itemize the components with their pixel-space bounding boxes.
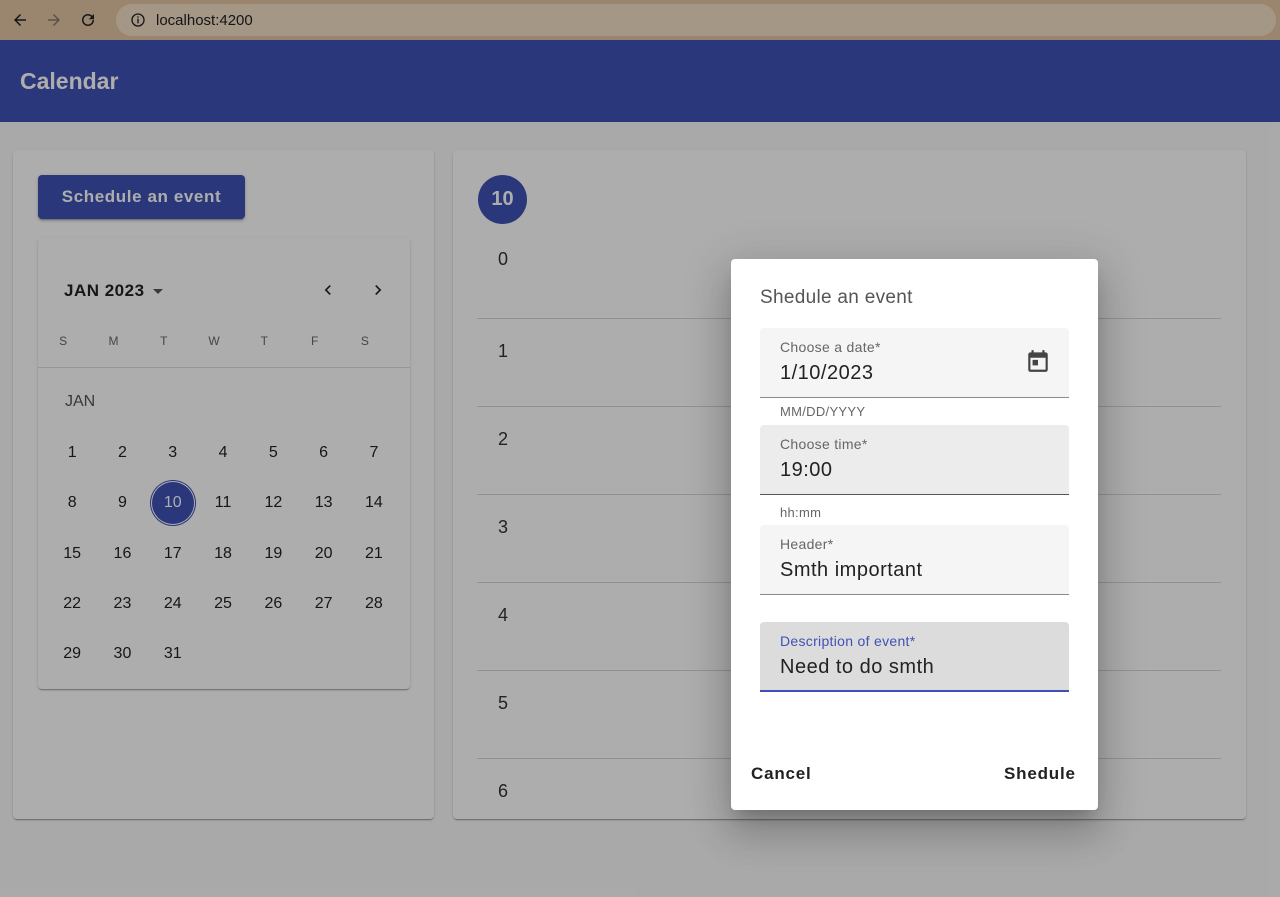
time-field[interactable]: Choose time* 19:00 [760, 425, 1069, 495]
schedule-event-dialog: Shedule an event Choose a date* 1/10/202… [731, 259, 1098, 810]
header-input[interactable]: Smth important [780, 559, 1020, 582]
description-field-label: Description of event* [780, 633, 916, 649]
time-field-label: Choose time* [780, 436, 868, 452]
header-field[interactable]: Header* Smth important [760, 525, 1069, 595]
shedule-button[interactable]: Shedule [1004, 764, 1076, 784]
date-input[interactable]: 1/10/2023 [780, 362, 1020, 385]
date-hint: MM/DD/YYYY [780, 404, 866, 419]
cancel-button[interactable]: Cancel [751, 764, 812, 784]
date-field-label: Choose a date* [780, 339, 881, 355]
date-field[interactable]: Choose a date* 1/10/2023 [760, 328, 1069, 398]
description-input[interactable]: Need to do smth [780, 656, 1020, 679]
header-field-label: Header* [780, 536, 834, 552]
time-input[interactable]: 19:00 [780, 459, 1020, 482]
dialog-title: Shedule an event [760, 287, 913, 308]
description-field[interactable]: Description of event* Need to do smth [760, 622, 1069, 692]
time-hint: hh:mm [780, 505, 822, 520]
calendar-icon[interactable] [1025, 348, 1051, 374]
